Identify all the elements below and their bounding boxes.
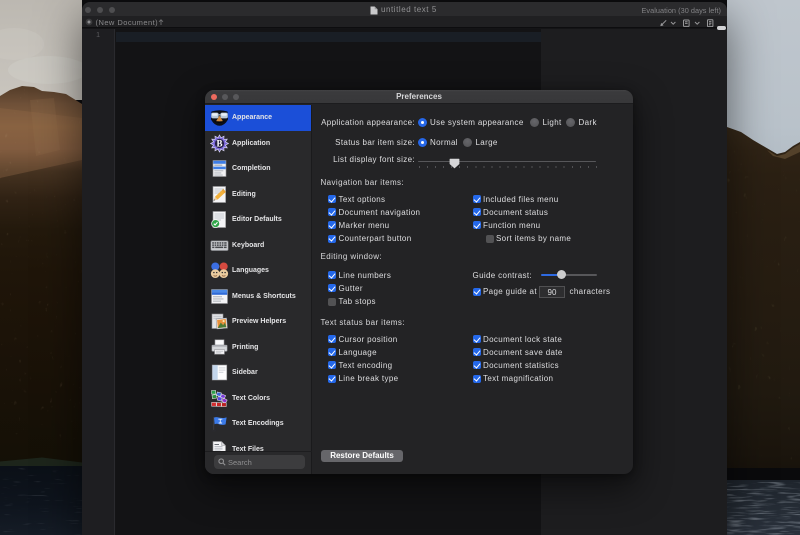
svg-text:B: B (216, 139, 222, 149)
